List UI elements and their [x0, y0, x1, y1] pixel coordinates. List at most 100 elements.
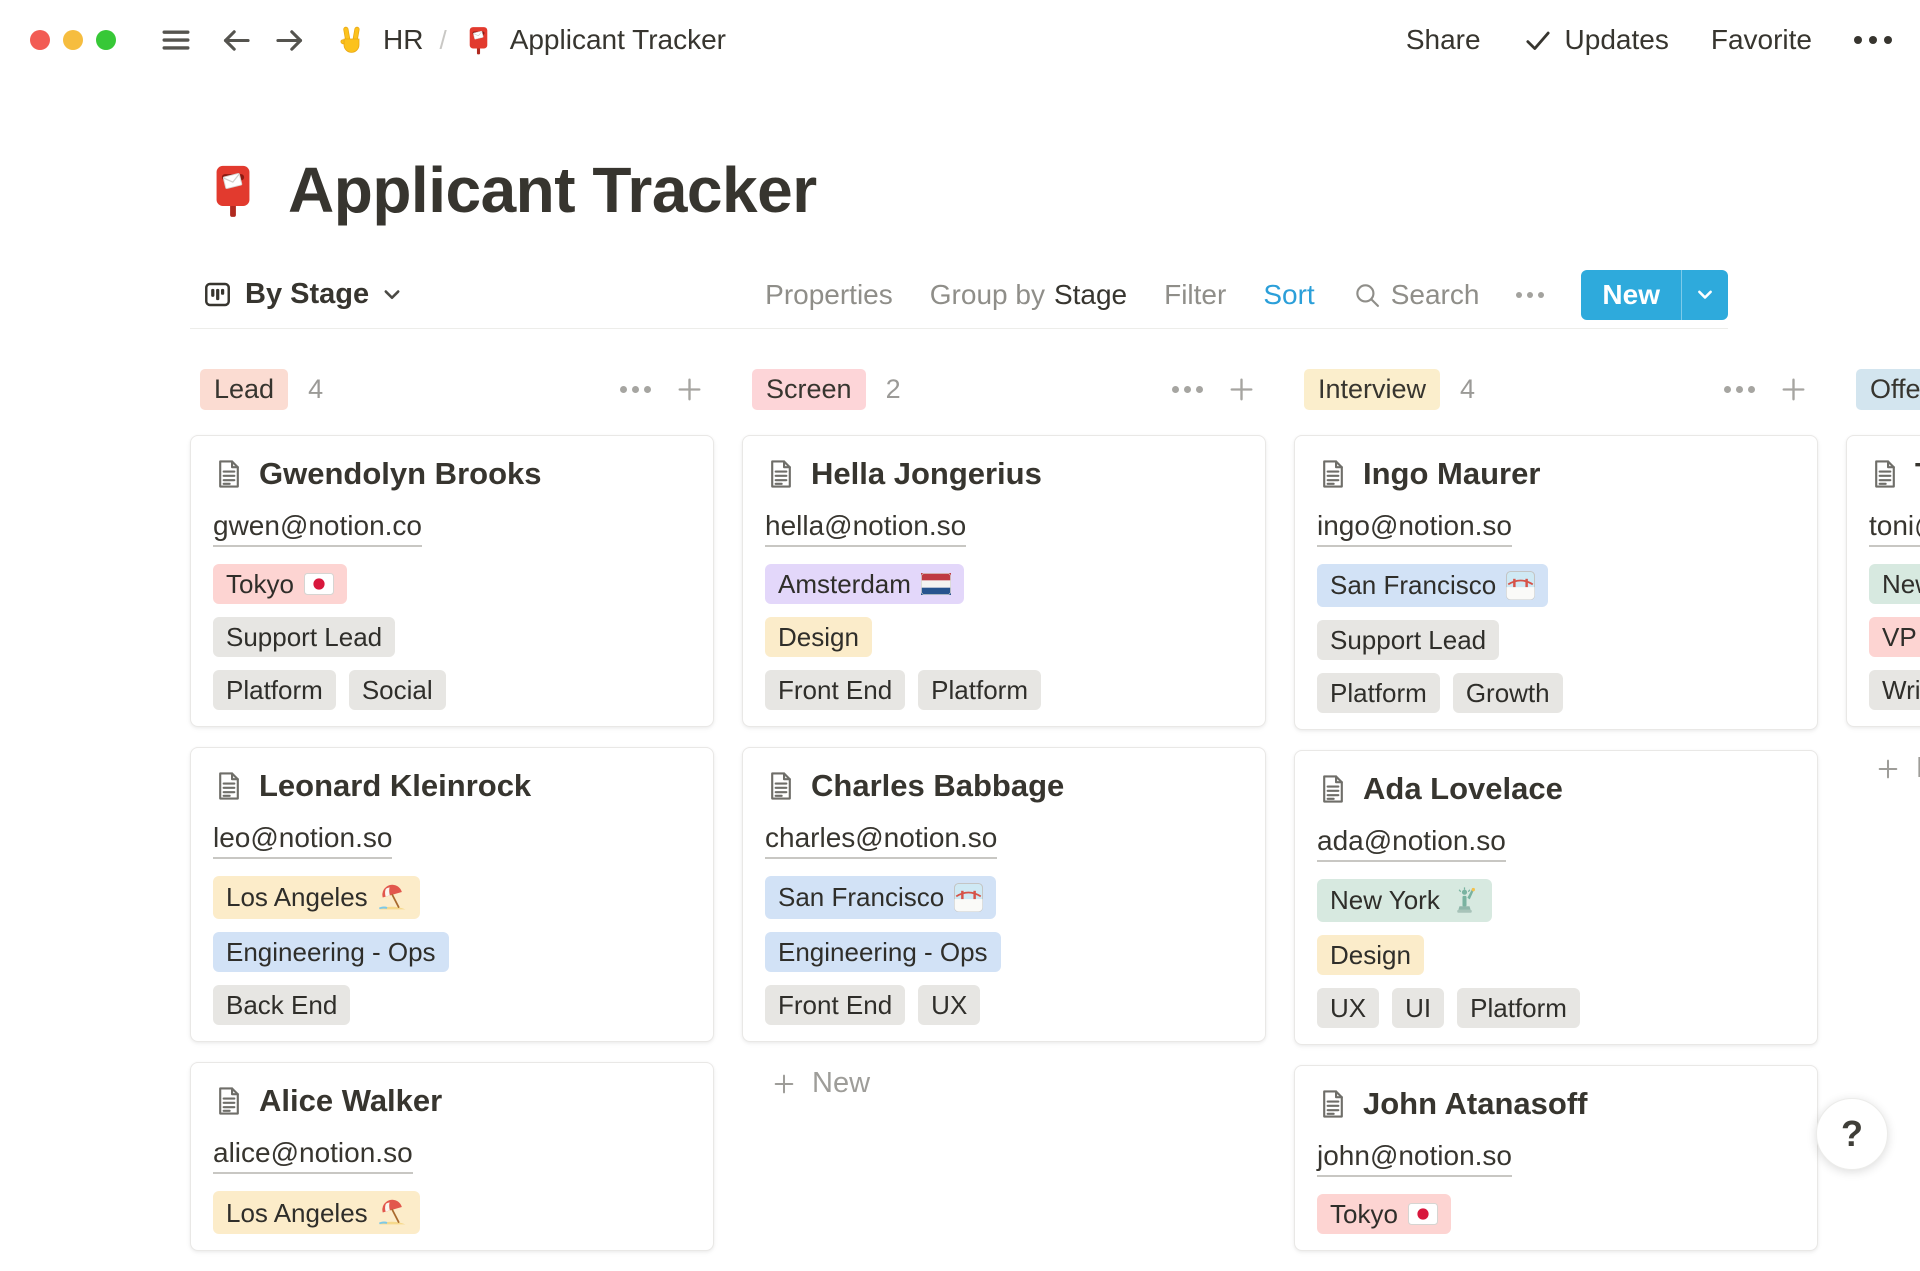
updates-button[interactable]: Updates — [1523, 24, 1669, 56]
tag-row: San Francisco — [765, 876, 1241, 919]
tag-row: Tokyo — [1317, 1194, 1793, 1234]
column-header: Offer — [1846, 369, 1920, 411]
breadcrumb-page[interactable]: Applicant Tracker — [510, 24, 726, 56]
column-options-icon[interactable] — [1720, 382, 1759, 397]
applicant-email-link[interactable]: alice@notion.so — [213, 1137, 413, 1174]
properties-button[interactable]: Properties — [765, 279, 893, 311]
applicant-email-link[interactable]: hella@notion.so — [765, 510, 966, 547]
tag-label: Engineering - Ops — [226, 939, 436, 965]
tag-label: Front End — [778, 677, 892, 703]
tag-engineering-ops: Engineering - Ops — [213, 932, 449, 972]
jp-flag-icon — [1408, 1203, 1438, 1225]
applicant-card[interactable]: Leonard Kleinrock leo@notion.so Los Angele… — [190, 747, 714, 1042]
tag-row: Engineering - Ops — [765, 932, 1241, 972]
applicant-email-link[interactable]: ada@notion.so — [1317, 825, 1506, 862]
page-icon — [765, 458, 797, 490]
applicant-email-link[interactable]: ingo@notion.so — [1317, 510, 1512, 547]
forward-arrow-icon[interactable] — [271, 22, 308, 59]
card-title-row: John Atanasoff — [1317, 1086, 1793, 1122]
page-title[interactable]: Applicant Tracker — [288, 154, 817, 228]
tag-front-end: Front End — [765, 985, 905, 1025]
board-view-icon — [202, 279, 233, 310]
tag-engineering-ops: Engineering - Ops — [765, 932, 1001, 972]
tag-san-francisco: San Francisco — [1317, 564, 1548, 607]
column-count: 4 — [308, 374, 323, 405]
card-title-row: Leonard Kleinrock — [213, 768, 689, 804]
applicant-card[interactable]: John Atanasoff john@notion.so Tokyo — [1294, 1065, 1818, 1251]
applicant-email-link[interactable]: charles@notion.so — [765, 822, 997, 859]
column-title-pill[interactable]: Lead — [200, 369, 288, 410]
filter-button[interactable]: Filter — [1164, 279, 1226, 311]
applicant-email-link[interactable]: leo@notion.so — [213, 822, 392, 859]
add-card-label: New — [812, 1067, 870, 1100]
tag-los-angeles: Los Angeles — [213, 876, 420, 919]
applicant-card[interactable]: Gwendolyn Brooksgwen@notion.coTokyoSuppo… — [190, 435, 714, 727]
column-options-icon[interactable] — [616, 382, 655, 397]
column-title-pill[interactable]: Screen — [752, 369, 866, 410]
view-options-icon[interactable] — [1516, 292, 1544, 298]
search-button[interactable]: Search — [1352, 279, 1480, 311]
card-title-row: T — [1869, 456, 1920, 492]
breadcrumb-separator: / — [439, 25, 446, 56]
more-options-icon[interactable] — [1854, 36, 1892, 44]
applicant-email-link[interactable]: toni@ — [1869, 510, 1920, 547]
tag-row: New York — [1317, 879, 1793, 922]
applicant-card[interactable]: Ttoni@NewVP oWrit — [1846, 435, 1920, 727]
card-email-row: hella@notion.so — [765, 510, 1241, 547]
window-titlebar: HR / Applicant Tracker Share Updates Fav… — [0, 0, 1920, 80]
applicant-name: Ingo Maurer — [1363, 456, 1540, 492]
tag-label: San Francisco — [778, 884, 944, 910]
applicant-name: John Atanasoff — [1363, 1086, 1587, 1122]
applicant-card[interactable]: Hella Jongeriushella@notion.soAmsterdamD… — [742, 435, 1266, 727]
toolbar-actions: Properties Group by Stage Filter Sort Se… — [765, 270, 1728, 320]
minimize-window-button[interactable] — [63, 30, 83, 50]
applicant-card[interactable]: Ingo Maureringo@notion.soSan FranciscoSu… — [1294, 435, 1818, 730]
column-title-pill[interactable]: Offer — [1856, 369, 1920, 410]
applicant-card[interactable]: Alice Walkeralice@notion.soLos Angeles — [190, 1062, 714, 1251]
applicant-email-link[interactable]: john@notion.so — [1317, 1140, 1512, 1177]
zoom-window-button[interactable] — [96, 30, 116, 50]
breadcrumb-workspace[interactable]: HR — [383, 24, 423, 56]
new-button-label: New — [1581, 270, 1681, 320]
applicant-card[interactable]: Charles Babbagecharles@notion.soSan Fran… — [742, 747, 1266, 1042]
back-arrow-icon[interactable] — [218, 22, 255, 59]
card-email-row: charles@notion.so — [765, 822, 1241, 859]
column-title-pill[interactable]: Interview — [1304, 369, 1440, 410]
group-by-button[interactable]: Group by Stage — [930, 279, 1127, 311]
tag-row: Los Angeles — [213, 876, 689, 919]
column-add-icon[interactable] — [1225, 373, 1258, 406]
applicant-card[interactable]: Ada Lovelace ada@notion.so New YorkDesignU… — [1294, 750, 1818, 1045]
tag-support-lead: Support Lead — [213, 617, 395, 657]
column-add-icon[interactable] — [673, 373, 706, 406]
tag-label: Front End — [778, 992, 892, 1018]
tag-new-york: New York — [1317, 879, 1492, 922]
tag-row: VP o — [1869, 617, 1920, 657]
close-window-button[interactable] — [30, 30, 50, 50]
tag-label: Los Angeles — [226, 1200, 368, 1226]
tag-label: Social — [362, 677, 433, 703]
column-options-icon[interactable] — [1168, 382, 1207, 397]
share-button[interactable]: Share — [1406, 24, 1481, 56]
tag-ux: UX — [918, 985, 980, 1025]
tag-row: Amsterdam — [765, 564, 1241, 604]
tag-growth: Growth — [1453, 673, 1563, 713]
sidebar-menu-icon[interactable] — [158, 22, 194, 58]
card-tags: Los Angeles — [213, 1191, 689, 1234]
add-card-button[interactable]: New — [742, 1062, 1266, 1106]
column-count: 4 — [1460, 374, 1475, 405]
add-card-button[interactable]: New — [1846, 747, 1920, 791]
favorite-button[interactable]: Favorite — [1711, 24, 1812, 56]
help-button[interactable]: ? — [1816, 1098, 1888, 1170]
board: Lead 4 Gwendolyn Brooksgwen@notion.coTokyo… — [0, 369, 1920, 1271]
card-email-row: ingo@notion.so — [1317, 510, 1793, 547]
applicant-email-link[interactable]: gwen@notion.co — [213, 510, 422, 547]
tag-row: Front EndPlatform — [765, 670, 1241, 710]
view-switcher[interactable]: By Stage — [202, 278, 403, 311]
applicant-name: Ada Lovelace — [1363, 771, 1563, 807]
column-actions — [1168, 373, 1258, 406]
new-button-dropdown[interactable] — [1681, 270, 1728, 320]
new-button[interactable]: New — [1581, 270, 1728, 320]
column-add-icon[interactable] — [1777, 373, 1810, 406]
sort-button[interactable]: Sort — [1263, 279, 1314, 311]
card-tags: New YorkDesignUXUIPlatform — [1317, 879, 1793, 1028]
